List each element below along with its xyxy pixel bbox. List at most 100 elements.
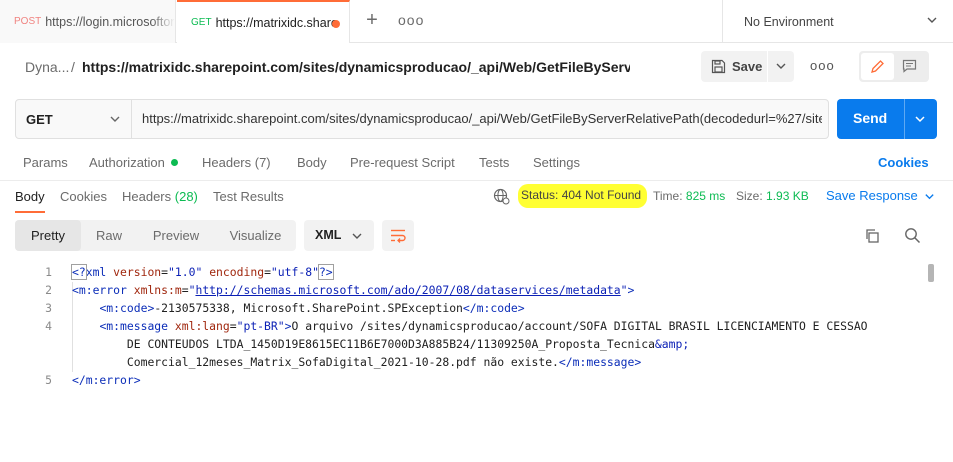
chevron-down-icon bbox=[110, 116, 120, 122]
pencil-icon bbox=[871, 60, 884, 73]
save-response-label: Save Response bbox=[826, 188, 918, 203]
code-token: -2130575338, Microsoft.SharePoint.SPExce… bbox=[154, 301, 463, 315]
more-tabs-icon[interactable]: ooo bbox=[398, 12, 424, 28]
code-line-4: <m:message xml:lang="pt-BR">O arquivo /s… bbox=[72, 319, 868, 333]
line-number: 3 bbox=[45, 301, 52, 315]
response-tab-test-results[interactable]: Test Results bbox=[213, 189, 284, 204]
code-token: <m:error bbox=[72, 283, 127, 297]
view-format-group: Pretty Raw Preview Visualize bbox=[15, 220, 296, 251]
breadcrumb-separator: / bbox=[71, 59, 75, 75]
code-line-2: <m:error xmlns:m= "http://schemas.microso… bbox=[72, 283, 634, 297]
code-token: ?> bbox=[317, 264, 334, 280]
line-number: 5 bbox=[45, 373, 52, 387]
preview-button[interactable]: Preview bbox=[137, 220, 215, 251]
response-body-editor[interactable]: 1 2 3 4 5 <?xml version="1.0" encoding="… bbox=[0, 262, 953, 462]
time-label: Time: bbox=[653, 189, 683, 203]
language-select[interactable]: XML bbox=[304, 220, 374, 251]
save-icon bbox=[711, 59, 726, 74]
globe-network-icon[interactable] bbox=[493, 188, 510, 205]
send-button[interactable]: Send bbox=[837, 99, 937, 139]
size-value: 1.93 KB bbox=[766, 189, 809, 203]
chevron-down-icon bbox=[925, 194, 934, 200]
environment-label: No Environment bbox=[744, 14, 834, 29]
breadcrumb-collection[interactable]: Dyna... bbox=[25, 59, 69, 75]
code-token: "1.0" bbox=[168, 265, 203, 279]
tab-settings[interactable]: Settings bbox=[533, 155, 580, 170]
response-headers-label: Headers bbox=[122, 189, 172, 204]
url-input[interactable]: https://matrixidc.sharepoint.com/sites/d… bbox=[142, 111, 822, 126]
editor-scrollbar[interactable] bbox=[928, 264, 934, 282]
request-name[interactable]: https://matrixidc.sharepoint.com/sites/d… bbox=[82, 59, 630, 75]
line-number: 4 bbox=[45, 319, 52, 333]
code-line-4-wrap-1: DE CONTEUDOS LTDA_1450D19E8615EC11B6E700… bbox=[72, 337, 689, 351]
request-tabs: Params Authorization Headers (7) Body Pr… bbox=[0, 150, 953, 176]
response-headers-count: (28) bbox=[174, 189, 198, 204]
save-response-button[interactable]: Save Response bbox=[826, 188, 935, 203]
tab-prerequest-script[interactable]: Pre-request Script bbox=[350, 155, 455, 170]
code-line-4-wrap-2: Comercial_12meses_Matrix_SofaDigital_202… bbox=[72, 355, 641, 369]
language-value: XML bbox=[315, 228, 342, 242]
tab-matrixidc-request[interactable]: GET https://matrixidc.share bbox=[177, 0, 350, 43]
wrap-lines-button[interactable] bbox=[382, 220, 414, 251]
breadcrumb: Dyna... / https://matrixidc.sharepoint.c… bbox=[0, 44, 953, 90]
code-token: " bbox=[620, 283, 628, 297]
save-button[interactable]: Save bbox=[701, 51, 767, 82]
tab-params[interactable]: Params bbox=[23, 155, 68, 170]
cookies-link[interactable]: Cookies bbox=[878, 155, 929, 170]
code-token: O arquivo /sites/dynamicsproducao/accoun… bbox=[291, 319, 868, 333]
send-split-divider bbox=[904, 99, 905, 139]
search-icon[interactable] bbox=[904, 227, 921, 244]
code-token: Comercial_12meses_Matrix_SofaDigital_202… bbox=[126, 355, 559, 369]
code-token: = bbox=[161, 265, 169, 279]
tab-method: GET bbox=[191, 17, 212, 28]
chevron-down-icon bbox=[352, 233, 362, 239]
active-tab-underline bbox=[15, 211, 45, 213]
code-token: <? bbox=[71, 264, 87, 280]
response-tabs: Body Cookies Headers (28) Test Results S… bbox=[0, 181, 953, 213]
code-token: encoding bbox=[209, 265, 265, 279]
code-token: = bbox=[229, 319, 237, 333]
code-token: xml:lang bbox=[174, 319, 230, 333]
send-label: Send bbox=[853, 110, 888, 126]
tab-tests[interactable]: Tests bbox=[479, 155, 509, 170]
method-value: GET bbox=[26, 111, 53, 127]
chevron-down-icon[interactable] bbox=[914, 113, 926, 125]
code-token: <m:message bbox=[99, 319, 169, 333]
response-tab-headers[interactable]: Headers (28) bbox=[122, 189, 198, 204]
status-badge[interactable]: Status: 404 Not Found bbox=[518, 184, 648, 208]
tab-login-request[interactable]: POST https://login.microsoftor bbox=[0, 0, 176, 43]
code-token: xmlns:m bbox=[133, 283, 182, 297]
tab-authorization[interactable]: Authorization bbox=[89, 155, 178, 170]
response-time[interactable]: Time: 825 ms bbox=[653, 189, 725, 203]
code-line-5: </m:error> bbox=[72, 373, 141, 387]
code-token: = bbox=[181, 283, 189, 297]
edit-mode-button[interactable] bbox=[861, 53, 894, 80]
response-tab-body[interactable]: Body bbox=[15, 189, 45, 204]
save-dropdown-button[interactable] bbox=[768, 51, 794, 82]
more-actions-button[interactable]: ooo bbox=[810, 58, 835, 73]
environment-select[interactable]: No Environment bbox=[722, 0, 953, 43]
save-label: Save bbox=[732, 59, 763, 74]
time-value: 825 ms bbox=[685, 189, 726, 203]
raw-button[interactable]: Raw bbox=[81, 220, 137, 251]
copy-icon[interactable] bbox=[864, 228, 880, 244]
new-tab-plus-icon[interactable]: + bbox=[362, 10, 382, 30]
pretty-button[interactable]: Pretty bbox=[15, 220, 81, 251]
code-token: version bbox=[113, 265, 162, 279]
code-token: > bbox=[627, 283, 635, 297]
code-token: "pt-BR" bbox=[236, 319, 285, 333]
tab-headers[interactable]: Headers (7) bbox=[202, 155, 271, 170]
comment-icon bbox=[902, 59, 917, 73]
tab-fade bbox=[151, 0, 175, 43]
wrap-lines-icon bbox=[391, 229, 406, 243]
tab-body[interactable]: Body bbox=[297, 155, 327, 170]
status-value: 404 Not Found bbox=[561, 188, 642, 202]
visualize-button[interactable]: Visualize bbox=[215, 220, 296, 251]
line-number: 1 bbox=[45, 265, 52, 279]
method-select[interactable]: GET bbox=[16, 100, 132, 138]
chevron-down-icon bbox=[776, 63, 786, 69]
response-tab-cookies[interactable]: Cookies bbox=[60, 189, 107, 204]
chevron-down-icon bbox=[927, 17, 937, 23]
namespace-link[interactable]: http://schemas.microsoft.com/ado/2007/08… bbox=[195, 283, 620, 297]
response-size[interactable]: Size: 1.93 KB bbox=[736, 189, 809, 203]
